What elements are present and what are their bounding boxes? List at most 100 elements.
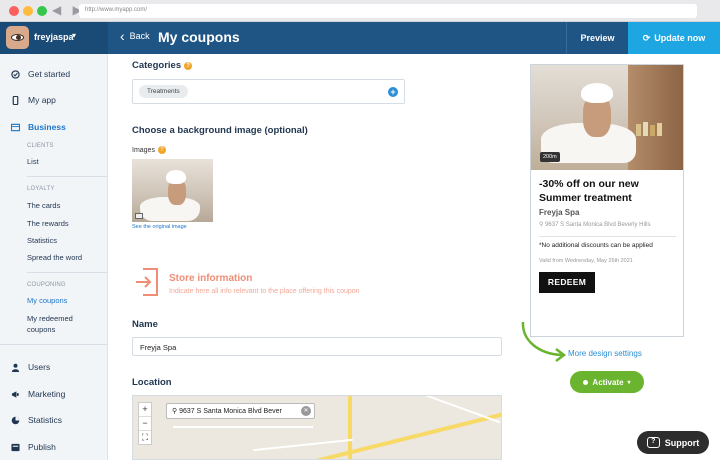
add-category-icon[interactable]: + <box>388 87 398 97</box>
map-street <box>253 438 353 452</box>
sidebar-item-label: Get started <box>28 69 71 79</box>
categories-title: Categories <box>132 60 182 71</box>
sidebar-item-spread-the-word[interactable]: Spread the word <box>27 253 82 262</box>
categories-heading: Categories? <box>132 60 193 71</box>
zoom-out-button[interactable]: − <box>139 416 151 430</box>
sidebar-item-get-started[interactable]: Get started <box>11 69 70 79</box>
see-original-image-link[interactable]: See the original image <box>132 224 187 230</box>
chevron-down-icon[interactable]: ▾ <box>72 31 76 40</box>
bottles-shape <box>636 122 662 136</box>
account-switcher[interactable]: freyjaspa ▾ <box>0 22 108 54</box>
sidebar-item-label: Users <box>28 362 51 372</box>
help-icon[interactable]: ? <box>157 146 166 154</box>
sidebar-item-users[interactable]: Users <box>11 362 50 372</box>
clear-search-icon[interactable]: ✕ <box>301 406 311 416</box>
store-info-icon <box>136 268 158 296</box>
offer-address-text: 9637 S Santa Monica Blvd Beverly Hills <box>545 222 651 228</box>
sidebar-item-the-cards[interactable]: The cards <box>27 201 60 210</box>
activate-button[interactable]: Activate ▾ <box>570 371 644 393</box>
offer-validity: Valid from Wednesday, May 26th 2021 <box>539 258 633 264</box>
user-icon <box>11 363 20 372</box>
more-design-settings-link[interactable]: More design settings <box>568 349 642 358</box>
fullscreen-icon[interactable]: ⛶ <box>139 430 151 444</box>
check-circle-icon <box>11 69 20 79</box>
divider <box>27 272 107 273</box>
business-icon <box>11 123 20 131</box>
megaphone-icon <box>11 390 19 398</box>
towel-shape <box>581 83 613 103</box>
support-button[interactable]: ? Support <box>637 431 709 454</box>
map-road <box>348 396 352 459</box>
sidebar-item-my-redeemed[interactable]: My redeemed <box>27 314 73 323</box>
close-window-icon[interactable] <box>9 6 19 16</box>
couponing-caption: COUPONING <box>27 282 66 288</box>
refresh-icon: ⟳ <box>642 32 651 43</box>
offer-note: *No additional discounts can be applied <box>539 242 653 249</box>
back-button[interactable]: ‹ Back <box>120 29 150 43</box>
offer-store-name: Freyja Spa <box>539 208 580 217</box>
map-search-value: 9637 S Santa Monica Blvd Bever <box>179 408 282 415</box>
sidebar-item-label: Marketing <box>28 389 66 399</box>
preview-button[interactable]: Preview <box>566 22 628 54</box>
images-heading: Images? <box>132 146 166 154</box>
page-title: My coupons <box>158 29 240 45</box>
app-header: freyjaspa ▾ ‹ Back My coupons Preview ⟳ … <box>0 22 720 54</box>
phone-icon <box>12 95 19 105</box>
sidebar-item-my-coupons[interactable]: My coupons <box>27 296 67 305</box>
update-now-button[interactable]: ⟳ Update now <box>628 22 720 54</box>
update-now-label: Update now <box>654 33 706 43</box>
sidebar-item-publish[interactable]: Publish <box>11 442 56 452</box>
chat-bubble-icon: ? <box>646 437 660 448</box>
divider <box>539 236 676 237</box>
map-zoom-controls: + − ⛶ <box>138 402 152 445</box>
sidebar: Get started My app Business CLIENTS List… <box>0 54 108 460</box>
help-icon[interactable]: ? <box>184 62 193 70</box>
browser-toolbar: ◀ ▶ http://www.myapp.com/ <box>0 0 720 22</box>
divider <box>27 176 107 177</box>
minimize-window-icon[interactable] <box>23 6 33 16</box>
sidebar-item-my-redeemed-cont[interactable]: coupons <box>27 325 55 334</box>
name-label: Name <box>132 319 158 330</box>
wood-wall-shape <box>628 65 683 170</box>
background-image-heading: Choose a background image (optional) <box>132 125 308 136</box>
avatar <box>6 26 29 49</box>
images-label: Images <box>132 147 155 154</box>
username: freyjaspa <box>34 32 74 42</box>
sidebar-item-the-rewards[interactable]: The rewards <box>27 219 69 228</box>
coupon-photo: 200m <box>531 65 683 170</box>
redeem-button[interactable]: REDEEM <box>539 272 595 293</box>
pupil-icon <box>16 35 21 40</box>
pie-chart-icon <box>11 416 20 424</box>
map-road <box>295 408 501 459</box>
zoom-in-button[interactable]: + <box>139 403 151 416</box>
background-image-thumbnail[interactable] <box>132 159 213 222</box>
sidebar-item-statistics[interactable]: Statistics <box>11 415 62 425</box>
location-pin-icon: ⚲ <box>539 222 544 228</box>
url-bar[interactable]: http://www.myapp.com/ <box>79 4 697 18</box>
sidebar-item-statistics-loyalty[interactable]: Statistics <box>27 236 57 245</box>
back-label: Back <box>129 31 150 41</box>
clients-caption: CLIENTS <box>27 143 54 149</box>
search-icon: ⚲ <box>172 408 178 415</box>
sidebar-item-list[interactable]: List <box>27 157 39 166</box>
store-info-subtitle: Indicate here all info relevant to the p… <box>169 288 360 295</box>
support-label: Support <box>664 437 700 448</box>
sidebar-item-marketing[interactable]: Marketing <box>11 389 65 399</box>
sidebar-item-business[interactable]: Business <box>11 122 66 132</box>
map-search-input[interactable]: ⚲ 9637 S Santa Monica Blvd Bever ✕ <box>166 403 315 419</box>
map-street <box>173 426 313 428</box>
map-street <box>415 396 501 424</box>
image-icon <box>135 213 143 219</box>
maximize-window-icon[interactable] <box>37 6 47 16</box>
location-map[interactable]: + − ⛶ ⚲ 9637 S Santa Monica Blvd Bever ✕ <box>132 395 502 460</box>
location-label: Location <box>132 377 172 388</box>
status-dot-icon <box>583 379 589 385</box>
offer-address: ⚲ 9637 S Santa Monica Blvd Beverly Hills <box>539 221 650 228</box>
category-chip[interactable]: Treatments <box>139 85 188 98</box>
chevron-down-icon: ▾ <box>627 379 631 386</box>
sidebar-item-my-app[interactable]: My app <box>11 95 56 105</box>
name-input[interactable]: Freyja Spa <box>132 337 502 356</box>
loyalty-caption: LOYALTY <box>27 186 55 192</box>
store-info-title: Store information <box>169 273 253 284</box>
categories-field[interactable]: Treatments + <box>132 79 405 104</box>
